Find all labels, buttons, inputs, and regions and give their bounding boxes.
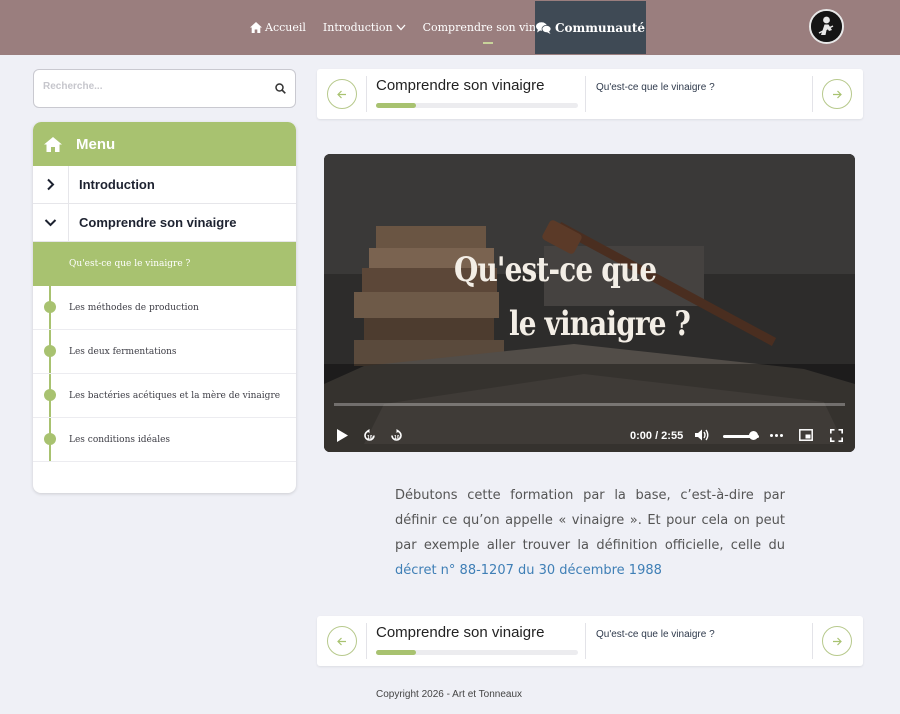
play-icon[interactable] [337, 429, 348, 442]
divider [366, 76, 367, 112]
previous-lesson-button[interactable] [327, 79, 357, 109]
menu-section-introduction[interactable]: Introduction [33, 165, 296, 204]
paragraph-text: Débutons cette formation par la base, c’… [395, 488, 785, 553]
lesson-navigation-top: Comprendre son vinaigre Qu'est-ce que le… [317, 69, 863, 119]
section-label: Comprendre son vinaigre [79, 215, 237, 230]
lesson-navigation-bottom: Comprendre son vinaigre Qu'est-ce que le… [317, 616, 863, 666]
arrow-left-icon [337, 90, 346, 98]
progress-bar [376, 103, 578, 108]
nav-item-accueil[interactable]: Accueil [250, 0, 306, 55]
lesson-dot-icon [44, 433, 56, 445]
avatar-image [811, 11, 842, 42]
next-lesson-link[interactable]: Qu'est-ce que le vinaigre ? [596, 82, 715, 93]
video-time: 0:00 / 2:55 [630, 430, 684, 442]
picture-in-picture-icon[interactable] [799, 429, 813, 441]
arrow-left-icon [337, 637, 346, 645]
video-title-line-2: le vinaigre ? [509, 304, 691, 344]
svg-text:10: 10 [394, 435, 400, 441]
divider [585, 76, 586, 112]
lesson-item[interactable]: Les deux fermentations [33, 330, 296, 374]
divider [812, 76, 813, 112]
home-icon [250, 22, 262, 33]
section-title: Comprendre son vinaigre [376, 624, 545, 641]
lesson-item[interactable]: Les méthodes de production [33, 286, 296, 330]
arrow-right-icon [833, 90, 842, 98]
lesson-dot-icon [44, 345, 56, 357]
lesson-item-active[interactable]: Qu'est-ce que le vinaigre ? [33, 242, 296, 286]
footer-copyright: Copyright 2026 - Art et Tonneaux [376, 689, 523, 700]
nav-label: Introduction [322, 21, 393, 34]
menu-header[interactable]: Menu [33, 122, 296, 166]
home-icon [44, 136, 62, 152]
menu-title: Menu [76, 135, 116, 153]
search-box [33, 69, 296, 108]
chevron-down-icon[interactable] [33, 203, 69, 242]
next-lesson-button[interactable] [822, 626, 852, 656]
lesson-label: Les conditions idéales [69, 434, 171, 445]
divider [585, 623, 586, 659]
arrow-right-icon [833, 637, 842, 645]
course-menu: Menu Introduction Comprendre son vinaigr… [33, 122, 296, 493]
divider [812, 623, 813, 659]
chevron-right-icon[interactable] [33, 165, 69, 204]
lesson-item[interactable]: Les bactéries acétiques et la mère de vi… [33, 374, 296, 418]
top-navigation-bar: Accueil Introduction Comprendre son vina… [0, 0, 900, 55]
divider [366, 623, 367, 659]
lesson-dot-icon [44, 389, 56, 401]
lesson-label: Qu'est-ce que le vinaigre ? [69, 259, 191, 269]
decree-link[interactable]: décret n° 88-1207 du 30 décembre 1988 [395, 563, 662, 578]
lesson-label: Les bactéries acétiques et la mère de vi… [69, 390, 281, 401]
next-lesson-link[interactable]: Qu'est-ce que le vinaigre ? [596, 629, 715, 640]
nav-label: Accueil [265, 21, 306, 34]
chevron-down-icon [396, 24, 406, 31]
progress-bar [376, 650, 578, 655]
rewind-10-icon[interactable]: 10 [363, 429, 376, 442]
video-thumbnail-books-gavel [324, 154, 855, 452]
svg-text:10: 10 [367, 435, 373, 441]
lesson-label: Les méthodes de production [69, 302, 199, 313]
search-icon[interactable] [275, 83, 286, 94]
forward-10-icon[interactable]: 10 [390, 429, 403, 442]
video-controls: 10 10 0:00 / 2:55 [324, 420, 855, 452]
user-avatar[interactable] [809, 9, 844, 44]
progress-fill [376, 650, 417, 655]
menu-section-comprendre-son-vinaigre[interactable]: Comprendre son vinaigre [33, 203, 296, 242]
section-label: Introduction [79, 177, 155, 192]
lesson-list: Les méthodes de production Les deux ferm… [33, 286, 296, 462]
chat-bubbles-icon [535, 21, 551, 34]
section-title: Comprendre son vinaigre [376, 77, 545, 94]
fullscreen-icon[interactable] [830, 429, 843, 442]
video-title-line-1: Qu'est-ce que [454, 250, 657, 290]
progress-fill [376, 103, 417, 108]
search-input[interactable] [43, 81, 263, 92]
lesson-dot-icon [44, 301, 56, 313]
lesson-label: Les deux fermentations [69, 346, 177, 357]
video-player[interactable]: Qu'est-ce que le vinaigre ? 10 10 0:00 /… [324, 154, 855, 452]
more-options-icon[interactable] [770, 434, 783, 437]
nav-item-introduction[interactable]: Introduction [323, 0, 406, 55]
video-progress-bar[interactable] [334, 403, 845, 406]
next-lesson-button[interactable] [822, 79, 852, 109]
lesson-item[interactable]: Les conditions idéales [33, 418, 296, 462]
community-label: Communauté [554, 20, 646, 35]
volume-slider-handle[interactable] [749, 431, 759, 440]
volume-icon[interactable] [695, 429, 709, 441]
lesson-paragraph: Débutons cette formation par la base, c’… [395, 483, 785, 583]
previous-lesson-button[interactable] [327, 626, 357, 656]
community-button[interactable]: Communauté [535, 1, 646, 54]
